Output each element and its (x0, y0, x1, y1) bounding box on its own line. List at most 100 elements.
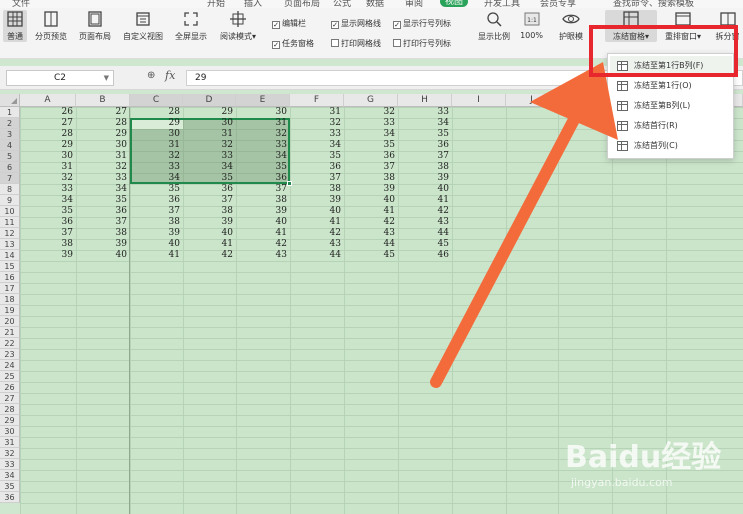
cell-b3[interactable]: 29 (76, 129, 130, 140)
menu-formulas[interactable]: 公式 (333, 0, 351, 8)
cell-f2[interactable]: 32 (290, 118, 344, 129)
cell-h7[interactable]: 39 (398, 173, 452, 184)
cell-b6[interactable]: 32 (76, 162, 130, 173)
cell-f4[interactable]: 34 (290, 140, 344, 151)
cell-d3[interactable]: 31 (183, 129, 236, 140)
row-header-11[interactable]: 11 (0, 217, 20, 228)
cell-d5[interactable]: 33 (183, 151, 236, 162)
cell-e6[interactable]: 35 (236, 162, 290, 173)
cell-a2[interactable]: 27 (20, 118, 76, 129)
row-header-26[interactable]: 26 (0, 382, 20, 393)
cell-a1[interactable]: 26 (20, 107, 76, 118)
cell-b11[interactable]: 37 (76, 217, 130, 228)
cell-b7[interactable]: 33 (76, 173, 130, 184)
row-header-30[interactable]: 30 (0, 426, 20, 437)
menu-data[interactable]: 数据 (366, 0, 384, 8)
cell-d11[interactable]: 39 (183, 217, 236, 228)
row-header-6[interactable]: 6 (0, 162, 20, 173)
cell-e9[interactable]: 38 (236, 195, 290, 206)
column-header-i[interactable]: I (452, 94, 506, 107)
row-header-33[interactable]: 33 (0, 459, 20, 470)
row-header-20[interactable]: 20 (0, 316, 20, 327)
cell-d12[interactable]: 40 (183, 228, 236, 239)
cell-a7[interactable]: 32 (20, 173, 76, 184)
column-header-c[interactable]: C (130, 94, 183, 107)
row-header-9[interactable]: 9 (0, 195, 20, 206)
select-all-corner[interactable] (0, 94, 20, 107)
row-header-12[interactable]: 12 (0, 228, 20, 239)
cell-b1[interactable]: 27 (76, 107, 130, 118)
row-header-17[interactable]: 17 (0, 283, 20, 294)
cell-h4[interactable]: 36 (398, 140, 452, 151)
cell-c6[interactable]: 33 (130, 162, 183, 173)
row-header-31[interactable]: 31 (0, 437, 20, 448)
cell-a5[interactable]: 30 (20, 151, 76, 162)
cell-c3[interactable]: 30 (130, 129, 183, 140)
eye-protect-button[interactable]: 护眼模 (555, 10, 587, 42)
cell-b4[interactable]: 30 (76, 140, 130, 151)
row-header-25[interactable]: 25 (0, 371, 20, 382)
cell-c12[interactable]: 39 (130, 228, 183, 239)
rearrange-window-button[interactable]: 重排窗口▾ (659, 10, 707, 42)
column-header-d[interactable]: D (183, 94, 236, 107)
cell-c5[interactable]: 32 (130, 151, 183, 162)
row-header-16[interactable]: 16 (0, 272, 20, 283)
cell-c1[interactable]: 28 (130, 107, 183, 118)
headings-checkbox[interactable]: ✓ 显示行号列标 (393, 18, 451, 29)
freeze-to-row1-item[interactable]: 冻结至第1行(O) (610, 76, 732, 96)
cell-d8[interactable]: 36 (183, 184, 236, 195)
cell-a3[interactable]: 28 (20, 129, 76, 140)
formula-bar-checkbox[interactable]: ✓ 编辑栏 (272, 18, 306, 29)
cell-c9[interactable]: 36 (130, 195, 183, 206)
cell-e5[interactable]: 34 (236, 151, 290, 162)
cell-h1[interactable]: 33 (398, 107, 452, 118)
cell-g13[interactable]: 44 (344, 239, 398, 250)
menu-file[interactable]: 文件 (12, 0, 30, 8)
cell-f9[interactable]: 39 (290, 195, 344, 206)
cell-f8[interactable]: 38 (290, 184, 344, 195)
cell-e14[interactable]: 43 (236, 250, 290, 261)
cell-g11[interactable]: 42 (344, 217, 398, 228)
cell-g10[interactable]: 41 (344, 206, 398, 217)
fullscreen-button[interactable]: 全屏显示 (171, 10, 211, 42)
print-gridlines-checkbox[interactable]: 打印网格线 (331, 38, 381, 49)
cell-d10[interactable]: 38 (183, 206, 236, 217)
cell-b10[interactable]: 36 (76, 206, 130, 217)
zoom-magnifier-icon[interactable]: ⊕ (147, 70, 155, 81)
cell-d2[interactable]: 30 (183, 118, 236, 129)
cell-b13[interactable]: 39 (76, 239, 130, 250)
cell-h12[interactable]: 44 (398, 228, 452, 239)
cell-f1[interactable]: 31 (290, 107, 344, 118)
menu-review[interactable]: 审阅 (405, 0, 423, 8)
row-header-34[interactable]: 34 (0, 470, 20, 481)
row-header-35[interactable]: 35 (0, 481, 20, 492)
cell-e11[interactable]: 40 (236, 217, 290, 228)
cell-e1[interactable]: 30 (236, 107, 290, 118)
menu-view[interactable]: 视图 (440, 0, 469, 7)
column-header-a[interactable]: A (20, 94, 76, 107)
cell-a12[interactable]: 37 (20, 228, 76, 239)
freeze-first-row-item[interactable]: 冻结首行(R) (610, 116, 732, 136)
cell-g8[interactable]: 39 (344, 184, 398, 195)
cell-a6[interactable]: 31 (20, 162, 76, 173)
cell-h11[interactable]: 43 (398, 217, 452, 228)
cell-b9[interactable]: 35 (76, 195, 130, 206)
cell-f6[interactable]: 36 (290, 162, 344, 173)
cell-a4[interactable]: 29 (20, 140, 76, 151)
cell-a11[interactable]: 36 (20, 217, 76, 228)
column-header-e[interactable]: E (236, 94, 290, 107)
cell-a13[interactable]: 38 (20, 239, 76, 250)
cell-h2[interactable]: 34 (398, 118, 452, 129)
row-header-10[interactable]: 10 (0, 206, 20, 217)
cell-g6[interactable]: 37 (344, 162, 398, 173)
cell-d4[interactable]: 32 (183, 140, 236, 151)
freeze-first-col-item[interactable]: 冻结首列(C) (610, 136, 732, 156)
cell-c11[interactable]: 38 (130, 217, 183, 228)
cell-f12[interactable]: 42 (290, 228, 344, 239)
cell-g14[interactable]: 45 (344, 250, 398, 261)
row-header-23[interactable]: 23 (0, 349, 20, 360)
menu-insert[interactable]: 插入 (244, 0, 262, 8)
cell-a8[interactable]: 33 (20, 184, 76, 195)
cell-f11[interactable]: 41 (290, 217, 344, 228)
fx-icon[interactable]: fx (165, 69, 175, 82)
